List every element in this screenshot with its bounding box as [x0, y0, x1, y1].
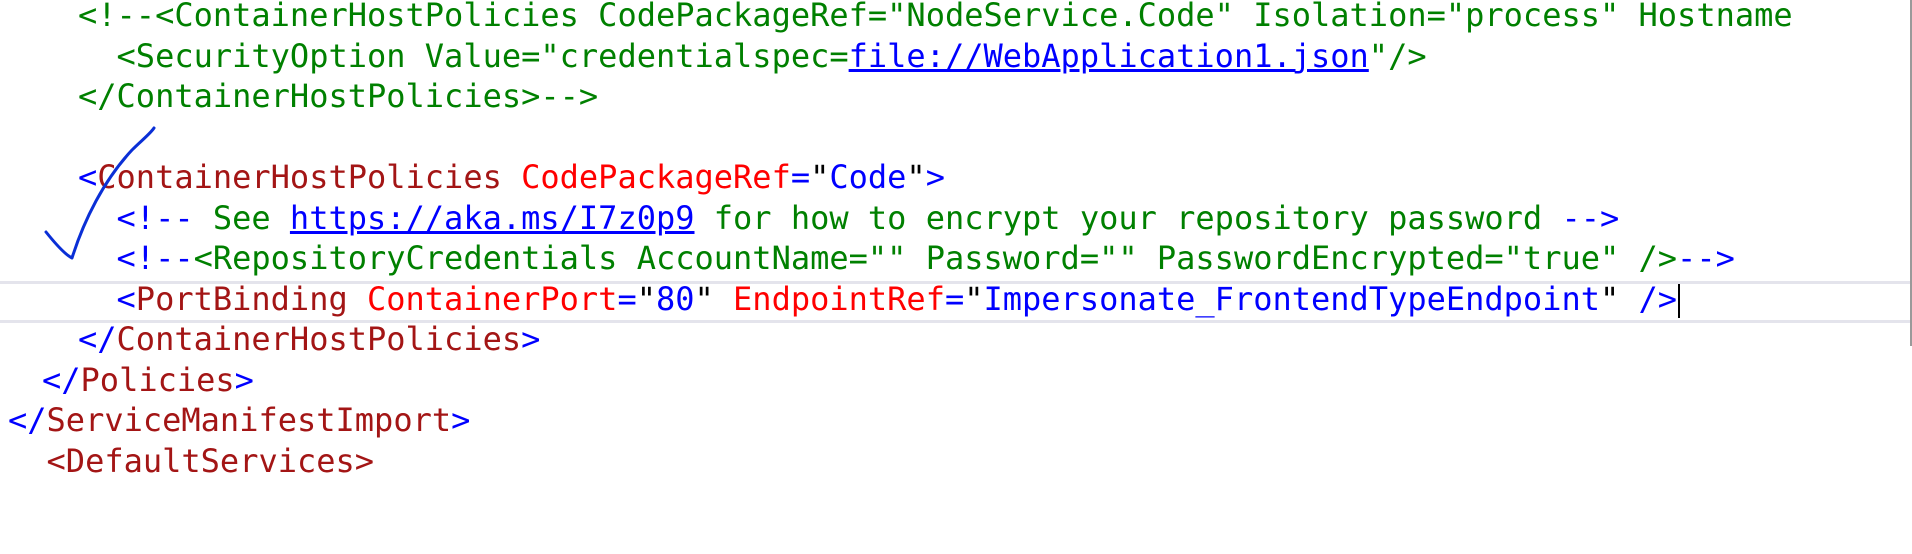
xml-equals: = — [944, 279, 965, 318]
xml-comment-text: <RepositoryCredentials AccountName="" Pa… — [193, 239, 1678, 277]
xml-comment-text: <!--<ContainerHostPolicies CodePackageRe… — [78, 0, 1793, 34]
xml-whitespace — [502, 158, 521, 196]
xml-quote: " — [906, 158, 926, 196]
xml-comment-text: </ContainerHostPolicies>--> — [78, 77, 599, 115]
xml-comment-text: "/> — [1368, 36, 1427, 75]
xml-delimiter: > — [451, 401, 471, 439]
xml-delimiter: > — [925, 158, 945, 196]
xml-equals: = — [790, 158, 811, 196]
xml-delimiter: < — [116, 279, 136, 318]
xml-attribute-value: Code — [829, 158, 907, 196]
xml-whitespace — [348, 280, 367, 318]
xml-delimiter: </ — [8, 401, 47, 439]
text-caret — [1678, 283, 1681, 318]
xml-attribute-value: 80 — [655, 279, 695, 318]
xml-attribute-name: EndpointRef — [733, 279, 945, 318]
code-editor[interactable]: <!--<ContainerHostPolicies CodePackageRe… — [0, 0, 1912, 554]
xml-whitespace — [78, 280, 117, 318]
xml-comment-text: <SecurityOption Value="credentialspec= — [78, 36, 849, 75]
xml-delimiter: /> — [1638, 279, 1678, 318]
xml-quote: " — [810, 158, 830, 196]
xml-delimiter: --> — [1677, 239, 1735, 277]
xml-tag-name: PortBinding — [135, 279, 348, 318]
code-line[interactable]: </ContainerHostPolicies>--> — [78, 72, 598, 122]
xml-comment-text: See — [193, 198, 290, 237]
xml-delimiter: </ — [42, 360, 81, 399]
xml-whitespace — [1619, 280, 1638, 318]
xml-attribute-name: CodePackageRef — [521, 158, 791, 196]
xml-quote: " — [964, 279, 984, 318]
xml-delimiter: --> — [1561, 198, 1620, 237]
xml-tag-name: Policies — [80, 360, 235, 399]
xml-equals: = — [617, 279, 637, 318]
xml-quote: " — [636, 279, 656, 318]
code-line[interactable]: <DefaultServices> — [8, 437, 375, 487]
comment-link[interactable]: file://WebApplication1.json — [849, 37, 1369, 75]
xml-whitespace — [714, 280, 733, 318]
xml-delimiter: > — [521, 320, 541, 358]
xml-attribute-value: Impersonate_FrontendTypeEndpoint — [983, 279, 1600, 318]
xml-attribute-name: ContainerPort — [366, 279, 618, 318]
xml-quote: " — [694, 279, 714, 318]
xml-tag-name: ServiceManifestImport — [46, 401, 452, 439]
xml-tag-name: ContainerHostPolicies — [116, 320, 522, 358]
handwritten-checkmark-icon — [44, 126, 156, 260]
xml-quote: " — [1599, 279, 1620, 318]
comment-link[interactable]: https://aka.ms/I7z0p9 — [290, 199, 695, 237]
xml-comment-text: for how to encrypt your repository passw… — [694, 198, 1562, 237]
xml-tag-name: <DefaultServices> — [8, 441, 375, 480]
xml-delimiter: > — [234, 360, 254, 399]
xml-delimiter: </ — [78, 320, 117, 358]
